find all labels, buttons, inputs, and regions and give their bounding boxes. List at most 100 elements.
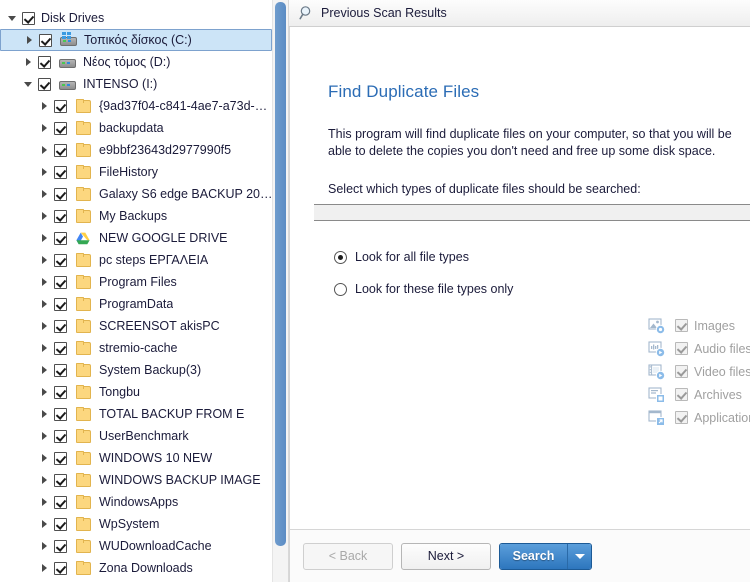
tree-item[interactable]: Νέος τόμος (D:) bbox=[0, 51, 273, 73]
expand-arrow-icon[interactable] bbox=[38, 231, 52, 245]
tree-item-checkbox[interactable] bbox=[54, 429, 67, 443]
next-button[interactable]: Next > bbox=[401, 542, 491, 570]
expand-arrow-icon[interactable] bbox=[22, 55, 36, 69]
radio-indicator-only[interactable] bbox=[334, 282, 347, 296]
tree-item-checkbox[interactable] bbox=[54, 495, 67, 509]
expand-arrow-icon[interactable] bbox=[38, 253, 52, 267]
expand-arrow-icon[interactable] bbox=[38, 297, 52, 311]
tree-item-checkbox[interactable] bbox=[54, 517, 67, 531]
tree-item-checkbox[interactable] bbox=[54, 253, 67, 267]
search-split-button[interactable]: Search bbox=[499, 542, 592, 570]
tree-item[interactable]: WpSystem bbox=[0, 513, 273, 535]
radio-look-for-all-file-types[interactable]: Look for all file types bbox=[334, 250, 469, 264]
tree-item[interactable]: ProgramData bbox=[0, 293, 273, 315]
tree-item-checkbox[interactable] bbox=[54, 341, 67, 355]
expand-arrow-icon[interactable] bbox=[38, 561, 52, 575]
expand-arrow-icon[interactable] bbox=[38, 407, 52, 421]
tree-item[interactable]: WINDOWS 10 NEW bbox=[0, 447, 273, 469]
expand-arrow-icon[interactable] bbox=[38, 319, 52, 333]
file-type-row[interactable]: Video files bbox=[648, 360, 750, 383]
file-type-row[interactable]: Images bbox=[648, 314, 750, 337]
expand-arrow-icon[interactable] bbox=[38, 209, 52, 223]
tree-item-checkbox[interactable] bbox=[38, 55, 51, 69]
tree-item-checkbox[interactable] bbox=[22, 11, 35, 25]
tree-item-checkbox[interactable] bbox=[54, 319, 67, 333]
file-type-row[interactable]: Applications bbox=[648, 406, 750, 429]
expand-arrow-icon[interactable] bbox=[38, 99, 52, 113]
tree-item[interactable]: Galaxy S6 edge BACKUP 2020 bbox=[0, 183, 273, 205]
tree-item[interactable]: Tongbu bbox=[0, 381, 273, 403]
tree-item-checkbox[interactable] bbox=[54, 275, 67, 289]
archive-file-icon bbox=[648, 386, 666, 404]
tree-item[interactable]: WindowsApps bbox=[0, 491, 273, 513]
tree-item[interactable]: {9ad37f04-c841-4ae7-a73d-2ce53726... bbox=[0, 95, 273, 117]
tree-scrollbar-thumb[interactable] bbox=[275, 2, 286, 546]
expand-arrow-icon[interactable] bbox=[38, 517, 52, 531]
expand-arrow-icon[interactable] bbox=[38, 495, 52, 509]
tree-item-checkbox[interactable] bbox=[54, 363, 67, 377]
tree-item-checkbox[interactable] bbox=[38, 77, 51, 91]
expand-arrow-icon[interactable] bbox=[38, 539, 52, 553]
tree-item-checkbox[interactable] bbox=[54, 143, 67, 157]
file-type-row[interactable]: Archives bbox=[648, 383, 750, 406]
folder-icon bbox=[74, 252, 92, 268]
collapse-arrow-icon[interactable] bbox=[22, 77, 36, 91]
expand-arrow-icon[interactable] bbox=[38, 341, 52, 355]
tree-item[interactable]: System Backup(3) bbox=[0, 359, 273, 381]
tree-item[interactable]: TOTAL BACKUP FROM E bbox=[0, 403, 273, 425]
expand-arrow-icon[interactable] bbox=[38, 165, 52, 179]
file-type-row[interactable]: Audio files bbox=[648, 337, 750, 360]
tree-item-checkbox[interactable] bbox=[54, 385, 67, 399]
expand-arrow-icon[interactable] bbox=[38, 275, 52, 289]
tree-item[interactable]: e9bbf23643d2977990f5 bbox=[0, 139, 273, 161]
tree-item[interactable]: WINDOWS BACKUP IMAGE bbox=[0, 469, 273, 491]
tree-item-checkbox[interactable] bbox=[39, 33, 52, 47]
expand-arrow-icon[interactable] bbox=[38, 143, 52, 157]
expand-arrow-icon[interactable] bbox=[23, 33, 37, 47]
drive-tree[interactable]: Disk Drives Τοπικός δίσκος (C:) Νέος τόμος… bbox=[0, 0, 273, 582]
back-button[interactable]: < Back bbox=[303, 542, 393, 570]
expand-arrow-icon[interactable] bbox=[38, 429, 52, 443]
tree-item[interactable]: Zona Downloads bbox=[0, 557, 273, 579]
tree-item[interactable]: stremio-cache bbox=[0, 337, 273, 359]
tree-item[interactable]: pc steps ΕΡΓΑΛΕΙΑ bbox=[0, 249, 273, 271]
tree-item-checkbox[interactable] bbox=[54, 231, 67, 245]
tree-item-checkbox[interactable] bbox=[54, 209, 67, 223]
tree-vertical-scrollbar[interactable] bbox=[272, 0, 288, 582]
tab-previous-scan-results[interactable]: Previous Scan Results bbox=[297, 0, 457, 26]
tree-item-checkbox[interactable] bbox=[54, 473, 67, 487]
tree-item-checkbox[interactable] bbox=[54, 561, 67, 575]
search-dropdown-arrow-icon[interactable] bbox=[567, 543, 591, 569]
radio-indicator-all[interactable] bbox=[334, 250, 347, 264]
expand-arrow-icon[interactable] bbox=[38, 473, 52, 487]
tree-item-checkbox[interactable] bbox=[54, 99, 67, 113]
tree-item[interactable]: NEW GOOGLE DRIVE bbox=[0, 227, 273, 249]
tree-item-checkbox[interactable] bbox=[54, 539, 67, 553]
tree-item-checkbox[interactable] bbox=[54, 187, 67, 201]
tree-item-checkbox[interactable] bbox=[54, 121, 67, 135]
tree-item[interactable]: FileHistory bbox=[0, 161, 273, 183]
tree-item[interactable]: Τοπικός δίσκος (C:) bbox=[0, 29, 272, 51]
radio-look-for-these-file-types-only[interactable]: Look for these file types only bbox=[334, 282, 513, 296]
magnifier-icon bbox=[299, 5, 315, 21]
expand-arrow-icon[interactable] bbox=[38, 451, 52, 465]
expand-arrow-icon[interactable] bbox=[38, 121, 52, 135]
expand-arrow-icon[interactable] bbox=[38, 363, 52, 377]
collapse-arrow-icon[interactable] bbox=[6, 11, 20, 25]
tree-item[interactable]: WUDownloadCache bbox=[0, 535, 273, 557]
tree-item[interactable]: backupdata bbox=[0, 117, 273, 139]
tree-item[interactable]: INTENSO (I:) bbox=[0, 73, 273, 95]
expand-arrow-icon[interactable] bbox=[38, 385, 52, 399]
expand-arrow-icon[interactable] bbox=[38, 187, 52, 201]
tree-item-checkbox[interactable] bbox=[54, 297, 67, 311]
tree-item[interactable]: Disk Drives bbox=[0, 7, 273, 29]
tree-item[interactable]: My Backups bbox=[0, 205, 273, 227]
tree-item-checkbox[interactable] bbox=[54, 165, 67, 179]
tree-item-checkbox[interactable] bbox=[54, 407, 67, 421]
tree-item[interactable]: UserBenchmark bbox=[0, 425, 273, 447]
tree-item[interactable]: SCREENSOT akisPC bbox=[0, 315, 273, 337]
tree-item-checkbox[interactable] bbox=[54, 451, 67, 465]
search-button[interactable]: Search bbox=[500, 543, 567, 569]
tree-item[interactable]: Program Files bbox=[0, 271, 273, 293]
folder-icon bbox=[74, 164, 92, 180]
